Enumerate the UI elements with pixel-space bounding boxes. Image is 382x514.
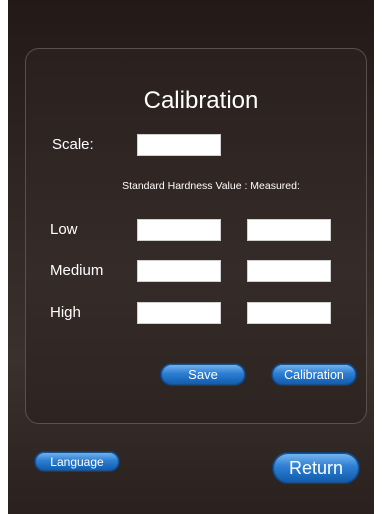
- row-label-medium: Medium: [50, 262, 104, 279]
- scale-label: Scale:: [52, 136, 94, 153]
- medium-measured-field[interactable]: [247, 260, 331, 282]
- save-button[interactable]: Save: [160, 363, 246, 386]
- page-title: Calibration: [143, 87, 259, 114]
- low-standard-field[interactable]: [137, 219, 221, 241]
- high-measured-field[interactable]: [247, 302, 331, 324]
- row-label-high: High: [50, 304, 81, 321]
- calibration-screen: [8, 0, 374, 514]
- return-button[interactable]: Return: [272, 452, 360, 484]
- calibration-button[interactable]: Calibration: [271, 363, 357, 386]
- scale-field[interactable]: [137, 134, 221, 156]
- medium-standard-field[interactable]: [137, 260, 221, 282]
- row-label-low: Low: [50, 221, 78, 238]
- hardness-subheading: Standard Hardness Value : Measured:: [122, 180, 300, 192]
- language-button[interactable]: Language: [34, 451, 120, 472]
- high-standard-field[interactable]: [137, 302, 221, 324]
- low-measured-field[interactable]: [247, 219, 331, 241]
